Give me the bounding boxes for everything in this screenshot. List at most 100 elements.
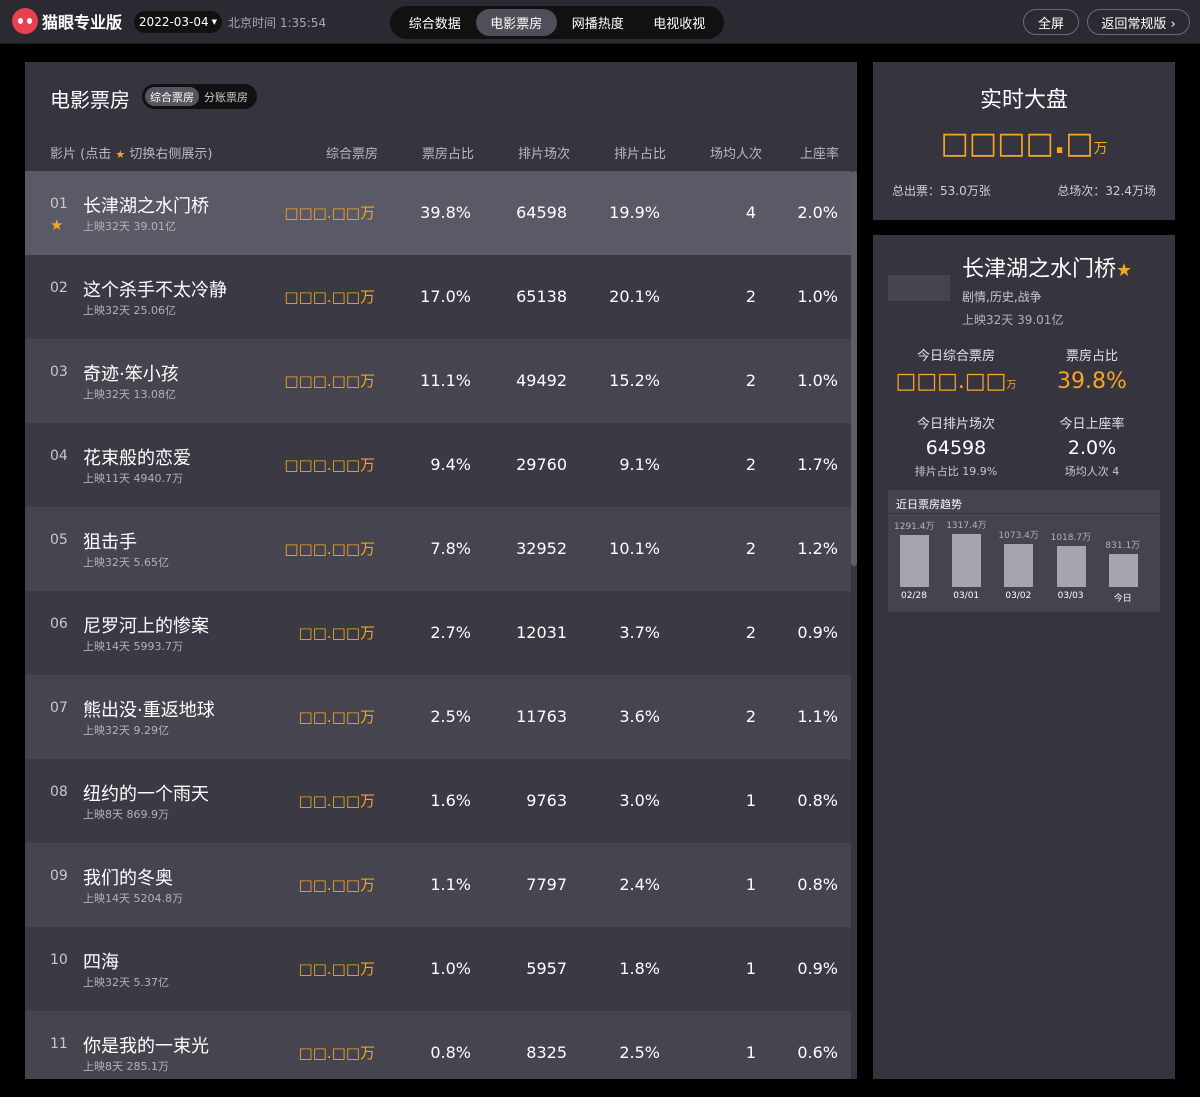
box-office-type-toggle: 综合票房 分账票房 (142, 84, 257, 109)
row-rank: 06 (50, 616, 68, 632)
row-bo-share: 2.5% (430, 707, 471, 726)
col-shows[interactable]: 排片场次 (518, 143, 570, 162)
col-seat-rate[interactable]: 上座率 (800, 143, 839, 162)
row-seat-rate: 0.8% (797, 875, 838, 894)
table-row[interactable]: 07 熊出没·重返地球 上映32天 9.29亿 □□.□□万 2.5% 11763 3.6%… (25, 675, 851, 759)
top-bar: 猫眼专业版 2022-03-04 ▼ 北京时间 1:35:54 综合数据 电影票房… (0, 0, 1200, 44)
row-rank: 08 (50, 784, 68, 800)
shows-sub: 排片占比 19.9% (914, 465, 998, 478)
tab-overview[interactable]: 综合数据 (394, 9, 476, 36)
row-bo-share: 0.8% (430, 1043, 471, 1062)
row-box-office: □□□.□□万 (284, 456, 375, 474)
row-show-share: 9.1% (619, 455, 660, 474)
table-row[interactable]: 02 这个杀手不太冷静 上映32天 25.06亿 □□□.□□万 17.0% 65138 2… (25, 255, 851, 339)
bar-data-label: 1018.7万 (1050, 533, 1092, 543)
bar-x-label: 03/02 (1005, 591, 1032, 601)
row-box-office: □□□.□□万 (284, 204, 375, 222)
row-movie-name: 你是我的一束光 (83, 1036, 209, 1057)
tab-web-heat[interactable]: 网播热度 (557, 9, 639, 36)
table-row[interactable]: 10 四海 上映32天 5.37亿 □□.□□万 1.0% 5957 1.8% 1 0.9% (25, 927, 851, 1011)
table-row[interactable]: 09 我们的冬奥上映14天 5204.8万 □□.□□万 1.1% 7797 2.4% 1 0… (25, 843, 851, 927)
row-bo-share: 7.8% (430, 539, 471, 558)
row-movie-name: 纽约的一个雨天 (83, 784, 209, 805)
trend-bar (1108, 554, 1138, 587)
row-box-office: □□.□□万 (298, 876, 375, 894)
today-bo-label: 今日综合票房 (916, 349, 995, 364)
table-row[interactable]: 01 ★ 长津湖之水门桥 上映32天 39.01亿 □□□.□□万 39.8% 64598 1… (25, 171, 851, 255)
row-release-info: 上映32天 39.01亿 (83, 220, 176, 233)
row-movie-name: 我们的冬奥 (83, 868, 173, 889)
col-avg-people[interactable]: 场均人次 (710, 143, 762, 162)
row-avg-people: 1 (745, 1043, 756, 1062)
table-scrollbar[interactable] (851, 171, 857, 566)
row-shows: 9763 (526, 791, 567, 810)
table-row[interactable]: 11 你是我的一束光 上映8天 285.1万 □□.□□万 0.8% 8325 2.5% 1 0… (25, 1011, 851, 1079)
row-show-share: 2.4% (619, 875, 660, 894)
toggle-combined[interactable]: 综合票房 (145, 87, 199, 106)
bar-label-wrap: 1073.4万 (998, 528, 1039, 541)
tab-movie-box-office[interactable]: 电影票房 (475, 9, 557, 36)
fullscreen-button[interactable]: 全屏 (1023, 9, 1079, 35)
cat-eye-icon (12, 8, 38, 34)
row-shows: 65138 (516, 287, 567, 306)
row-rank: 03 (50, 364, 68, 380)
bar-x-label: 03/01 (953, 591, 980, 601)
bo-share-value: 39.8% (1057, 369, 1127, 394)
row-rank: 04 (50, 448, 68, 464)
row-shows: 8325 (526, 1043, 567, 1062)
seat-sub: 场均人次 4 (1064, 465, 1120, 478)
today-bo-unit: 万 (1006, 380, 1017, 391)
today-box-office: 今日综合票房 □□□.□□万 (888, 345, 1024, 394)
table-row[interactable]: 04 花束般的恋爱 上映11天 4940.7万 □□□.□□万 9.4% 29760 9.1… (25, 423, 851, 507)
seat-value: 2.0% (1067, 437, 1117, 459)
row-show-share: 3.7% (619, 623, 660, 642)
trend-bar (1004, 544, 1034, 587)
movie-detail-panel: 长津湖之水门桥★ 剧情,历史,战争 上映32天 39.01亿 今日综合票房 □□… (873, 235, 1175, 1079)
col-box-office[interactable]: 综合票房 (326, 143, 378, 162)
row-release-info: 上映14天 5204.8万 (83, 892, 183, 905)
realtime-title: 实时大盘 (979, 88, 1068, 113)
row-movie-name: 长津湖之水门桥 (83, 196, 209, 217)
date-picker[interactable]: 2022-03-04 ▼ (134, 11, 222, 33)
row-release-info: 上映8天 869.9万 (83, 808, 169, 821)
row-seat-rate: 1.7% (797, 455, 838, 474)
table-row[interactable]: 05 狙击手 上映32天 5.65亿 □□□.□□万 7.8% 32952 10.1% 2 1.… (25, 507, 851, 591)
row-show-share: 15.2% (609, 371, 660, 390)
row-release-info: 上映11天 4940.7万 (83, 472, 183, 485)
tab-tv-ratings[interactable]: 电视收视 (639, 9, 721, 36)
row-avg-people: 1 (745, 875, 756, 894)
row-rank: 11 (50, 1036, 68, 1052)
app-name: 猫眼专业版 (42, 13, 123, 32)
trend-title: 近日票房趋势 (896, 498, 962, 511)
realtime-value: □□□□.□ (940, 126, 1094, 161)
back-to-standard-button[interactable]: 返回常规版 › (1087, 9, 1190, 35)
row-box-office: □□.□□万 (298, 792, 375, 810)
row-seat-rate: 2.0% (797, 203, 838, 222)
col-bo-share[interactable]: 票房占比 (422, 143, 474, 162)
table-row[interactable]: 06 尼罗河上的惨案 上映14天 5993.7万 □□.□□万 2.7% 12031 3.7… (25, 591, 851, 675)
row-show-share: 19.9% (609, 203, 660, 222)
bo-share-label: 票房占比 (1065, 349, 1118, 364)
row-release-info: 上映32天 9.29亿 (83, 724, 169, 737)
table-row[interactable]: 08 纽约的一个雨天 上映8天 869.9万 □□.□□万 1.6% 9763 3.0% 1 0… (25, 759, 851, 843)
seat-label: 今日上座率 (1059, 417, 1125, 432)
row-movie-name: 奇迹·笨小孩 (83, 364, 179, 385)
beijing-time: 北京时间 1:35:54 (228, 16, 327, 30)
app-logo[interactable]: 猫眼专业版 (12, 8, 123, 34)
row-release-info: 上映32天 5.37亿 (83, 976, 169, 989)
row-bo-share: 1.1% (430, 875, 471, 894)
row-bo-share: 2.7% (430, 623, 471, 642)
row-seat-rate: 1.1% (797, 707, 838, 726)
toggle-split[interactable]: 分账票房 (199, 87, 253, 106)
row-rank: 09 (50, 868, 68, 884)
col-film-suffix: 切换右侧展示) (129, 147, 213, 162)
star-icon[interactable]: ★ (50, 216, 63, 234)
row-movie-name: 狙击手 (83, 532, 137, 553)
col-show-share[interactable]: 排片占比 (614, 143, 666, 162)
table-row[interactable]: 03 奇迹·笨小孩 上映32天 13.08亿 □□□.□□万 11.1% 49492 15.… (25, 339, 851, 423)
row-shows: 7797 (526, 875, 567, 894)
movie-table-body: 01 ★ 长津湖之水门桥 上映32天 39.01亿 □□□.□□万 39.8% 64598 1… (25, 171, 851, 1079)
realtime-total: □□□□.□万 (873, 126, 1175, 161)
row-seat-rate: 1.0% (797, 371, 838, 390)
row-movie-name: 花束般的恋爱 (83, 448, 191, 469)
